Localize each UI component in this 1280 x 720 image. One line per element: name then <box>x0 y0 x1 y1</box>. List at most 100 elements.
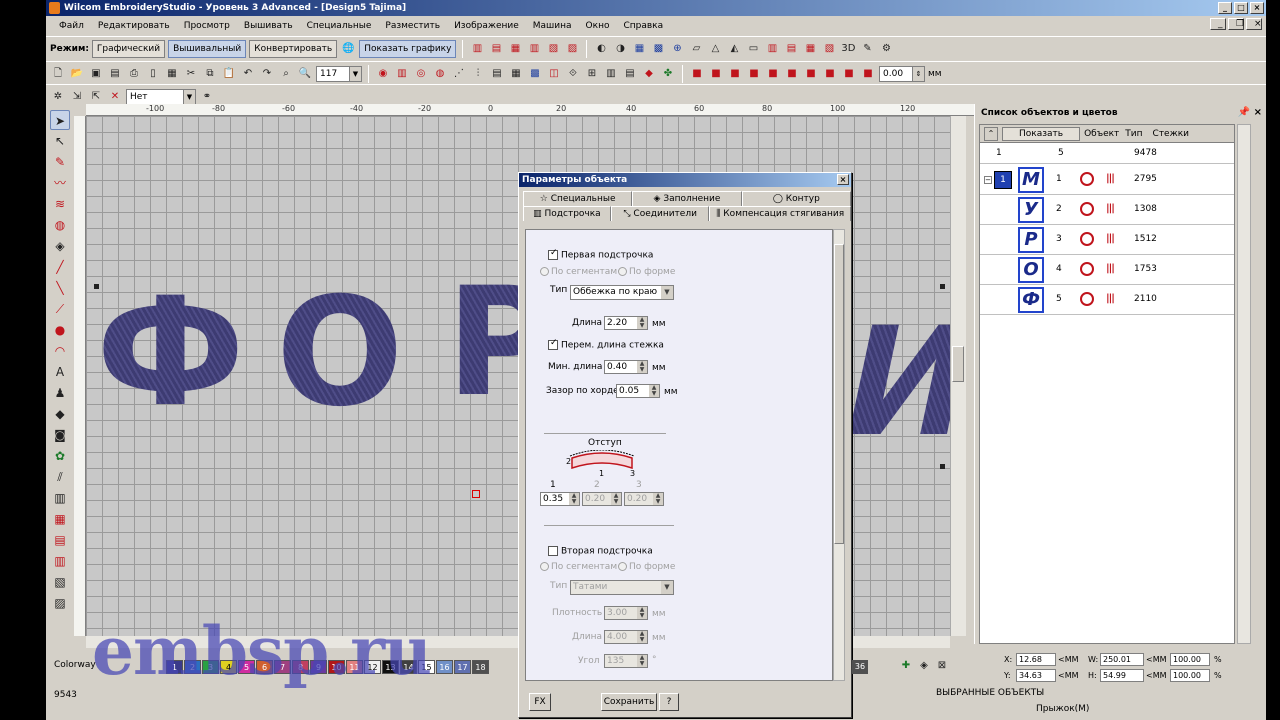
motif-icon[interactable]: ✿ <box>50 446 70 466</box>
stitch-type-icon[interactable]: ⊞ <box>584 66 600 82</box>
stitch-type-icon[interactable]: ◉ <box>375 66 391 82</box>
stitch-tool-icon[interactable]: ▧ <box>821 41 837 57</box>
pattern-icon[interactable]: ▧ <box>50 572 70 592</box>
globe-icon[interactable]: 🌐 <box>340 41 356 57</box>
panel-scrollbar[interactable] <box>1237 124 1251 644</box>
none-select[interactable]: Нет ▼ <box>126 88 196 105</box>
color-swatch[interactable]: 1 <box>166 660 183 674</box>
second-by-shape-radio[interactable]: По форме <box>618 562 675 572</box>
h-percent-input[interactable]: 100.00 <box>1170 669 1210 682</box>
object-row[interactable]: М 1 ||| 2795 <box>980 165 1234 195</box>
stitch-type-icon[interactable]: ▤ <box>489 66 505 82</box>
offset-input[interactable]: 0.00 ⇕ <box>879 65 925 82</box>
align-icon[interactable]: ■ <box>803 66 819 82</box>
first-underlay-checkbox[interactable]: Первая подстрочка <box>548 248 653 261</box>
var-length-checkbox[interactable]: Перем. длина стежка <box>548 338 664 351</box>
menu-edit[interactable]: Редактировать <box>91 21 177 31</box>
mode-graphic-button[interactable]: Графический <box>91 39 166 58</box>
stitch-tool-icon[interactable]: ▨ <box>564 41 580 57</box>
object-row[interactable]: У 2 ||| 1308 <box>980 195 1234 225</box>
align-icon[interactable]: ■ <box>860 66 876 82</box>
tab-pull-compensation[interactable]: ⫼ Компенсация стягивания <box>709 206 851 221</box>
menu-arrange[interactable]: Разместить <box>378 21 447 31</box>
panel-close-icon[interactable]: 📌 × <box>1238 104 1262 122</box>
length2-spinner[interactable]: 4.00 ▲ ▼ <box>604 630 648 644</box>
stitch-type-icon[interactable]: ⫶ <box>470 66 486 82</box>
first-by-shape-radio[interactable]: По форме <box>618 267 675 277</box>
view-icon[interactable]: ◑ <box>612 41 628 57</box>
frame-icon[interactable]: ◙ <box>50 425 70 445</box>
split-icon[interactable]: ⫽ <box>50 467 70 487</box>
menu-view[interactable]: Просмотр <box>177 21 237 31</box>
maximize-button[interactable]: □ <box>1234 2 1248 14</box>
view-icon[interactable]: ⚙ <box>878 41 894 57</box>
color-swatch[interactable]: 11 <box>346 660 363 674</box>
stitch-tool-icon[interactable]: ▥ <box>764 41 780 57</box>
dialog-scroll-thumb[interactable] <box>834 244 844 544</box>
dialog-scrollbar[interactable] <box>833 229 845 681</box>
menu-help[interactable]: Справка <box>616 21 670 31</box>
menu-window[interactable]: Окно <box>579 21 617 31</box>
grid-icon[interactable]: ⊕ <box>669 41 685 57</box>
align-icon[interactable]: ■ <box>727 66 743 82</box>
dialog-close-button[interactable]: × <box>837 174 849 185</box>
align-icon[interactable]: ■ <box>746 66 762 82</box>
second-by-segments-radio[interactable]: По сегментам <box>540 562 617 572</box>
pattern-icon[interactable]: ▨ <box>50 593 70 613</box>
show-graphics-button[interactable]: Показать графику <box>359 39 457 58</box>
zoom-fit-icon[interactable]: ⌕ <box>278 66 294 82</box>
line-icon[interactable]: ╲ <box>50 278 70 298</box>
type2-select[interactable]: Татами ▼ <box>570 580 674 595</box>
people-icon[interactable]: ♟ <box>50 383 70 403</box>
stitch-type-icon[interactable]: ✤ <box>660 66 676 82</box>
offset-3-spinner[interactable]: 0.20 ▲ ▼ <box>624 492 664 506</box>
offset-2-spinner[interactable]: 0.20 ▲ ▼ <box>582 492 622 506</box>
stitch-type-icon[interactable]: ▥ <box>394 66 410 82</box>
collapse-all-icon[interactable]: ⌃ <box>984 126 998 141</box>
color-swatch[interactable]: 9 <box>310 660 327 674</box>
align-icon[interactable]: ■ <box>765 66 781 82</box>
color-swatch[interactable]: 14 <box>400 660 417 674</box>
stitch-type-icon[interactable]: ⋰ <box>451 66 467 82</box>
stitch-type-icon[interactable]: ▥ <box>603 66 619 82</box>
embroidery-letter-o[interactable]: О <box>276 266 404 440</box>
save-icon[interactable]: ▣ <box>88 66 104 82</box>
align-icon[interactable]: ■ <box>822 66 838 82</box>
object-row[interactable]: Р 3 ||| 1512 <box>980 225 1234 255</box>
stitch-type-icon[interactable]: ◍ <box>432 66 448 82</box>
select-arrow-icon[interactable]: ➤ <box>50 110 70 130</box>
zoom-select[interactable]: 117 ▼ <box>316 65 362 82</box>
color-swatch[interactable]: 7 <box>274 660 291 674</box>
view-icon[interactable]: ✎ <box>859 41 875 57</box>
bars-icon[interactable]: ▥ <box>50 488 70 508</box>
mdi-minimize-button[interactable]: _ <box>1210 18 1226 30</box>
stitch-tool-icon[interactable]: ▥ <box>526 41 542 57</box>
text-icon[interactable]: A <box>50 362 70 382</box>
stitch-type-icon[interactable]: ◆ <box>641 66 657 82</box>
zoom-icon[interactable]: 🔍 <box>297 66 313 82</box>
menu-image[interactable]: Изображение <box>447 21 526 31</box>
minimize-button[interactable]: _ <box>1218 2 1232 14</box>
menu-machine[interactable]: Машина <box>526 21 579 31</box>
color-swatch[interactable]: 15 <box>418 660 435 674</box>
color-swatch[interactable]: 10 <box>328 660 345 674</box>
tool-icon[interactable]: ⚭ <box>199 89 215 105</box>
color-swatch[interactable]: 2 <box>184 660 201 674</box>
menu-special[interactable]: Специальные <box>300 21 379 31</box>
tool-icon[interactable]: ⇲ <box>69 89 85 105</box>
mode-embroidery-button[interactable]: Вышивальный <box>168 39 247 58</box>
reshape-icon[interactable]: ↖ <box>50 131 70 151</box>
align-icon[interactable]: ■ <box>689 66 705 82</box>
mdi-close-button[interactable]: × <box>1246 18 1262 30</box>
color-swatch[interactable]: 12 <box>364 660 381 674</box>
tool-icon[interactable]: ⇱ <box>88 89 104 105</box>
pattern-icon[interactable]: ▥ <box>50 551 70 571</box>
selection-handle[interactable] <box>94 284 99 289</box>
close-button[interactable]: × <box>1250 2 1264 14</box>
view-icon[interactable]: ◐ <box>593 41 609 57</box>
menu-file[interactable]: Файл <box>52 21 91 31</box>
print-icon[interactable]: ⎙ <box>126 66 142 82</box>
zigzag-icon[interactable]: 〰 <box>50 173 70 193</box>
open-file-icon[interactable]: 📂 <box>69 66 85 82</box>
color-tool-icon[interactable]: ⊠ <box>934 658 950 674</box>
